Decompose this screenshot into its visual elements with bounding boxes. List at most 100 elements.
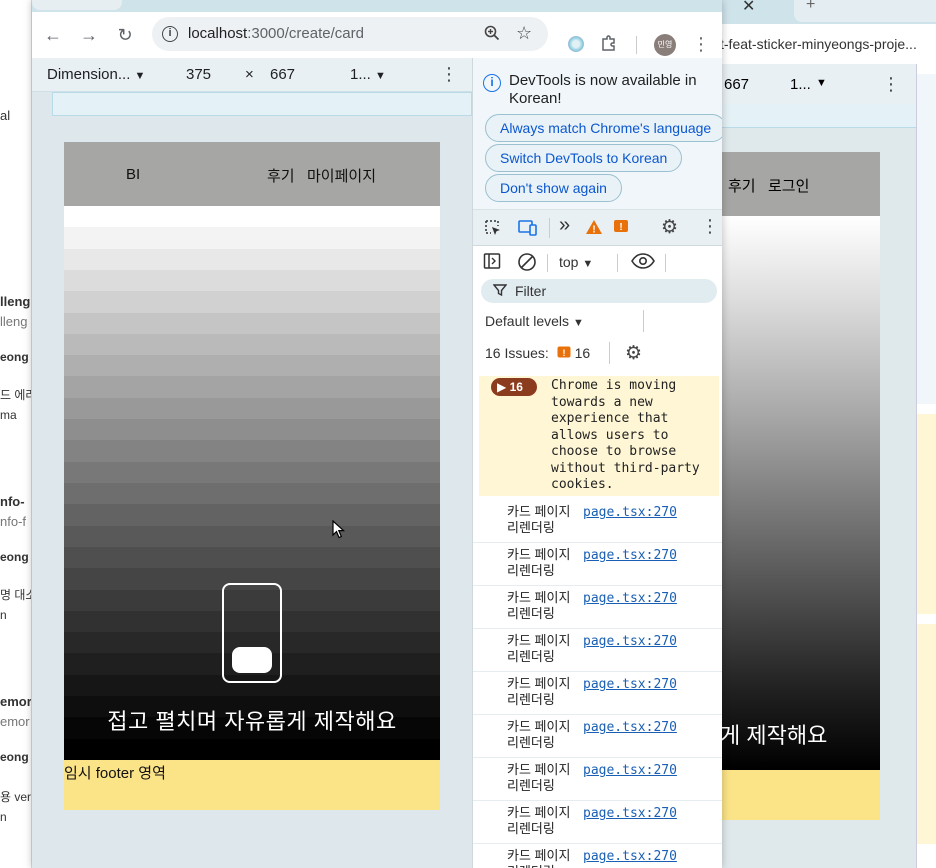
chevron-down-icon: ▼ (134, 70, 146, 82)
nav-mypage-link[interactable]: 마이페이지 (307, 165, 376, 186)
log-source-link[interactable]: page.tsx:270 (583, 505, 677, 520)
context-label: top (559, 254, 579, 270)
info-icon: i (483, 74, 501, 92)
play-icon: ▶ (497, 380, 507, 394)
log-source-link[interactable]: page.tsx:270 (583, 763, 677, 778)
star-icon[interactable]: ☆ (516, 23, 532, 44)
bg-right-devtools-panel (917, 74, 936, 404)
hero-gradient-band (64, 483, 440, 506)
site-logo[interactable]: BI (126, 166, 140, 183)
log-message: 카드 페이지 리렌더링 (507, 676, 571, 707)
hero-gradient-band (64, 291, 440, 314)
issue-flag-icon[interactable]: ! (613, 219, 629, 240)
back-arrow-icon[interactable]: ← (42, 24, 64, 46)
background-window-right: ✕ + t-feat-sticker-minyeongs-proje... 66… (720, 0, 936, 868)
hero-gradient-band (64, 738, 440, 760)
hero-gradient-band (64, 333, 440, 357)
address-bar[interactable]: i localhost:3000/create/card ☆ (152, 17, 548, 51)
filter-icon (492, 283, 508, 300)
gear-icon[interactable]: ⚙ (661, 216, 678, 239)
avatar[interactable]: 민영 (654, 34, 676, 56)
issues-count: 16 (574, 345, 591, 361)
log-message: 카드 페이지 리렌더링 (507, 504, 571, 535)
hero-gradient-band (64, 227, 440, 250)
bg-left-text: eong (0, 550, 29, 564)
puzzle-icon[interactable] (600, 34, 618, 57)
chevron-down-icon: ▼ (582, 258, 594, 270)
console-log-row: 카드 페이지 리렌더링 page.tsx:270 (473, 715, 722, 758)
times-label: × (245, 66, 254, 83)
console-log-list: 카드 페이지 리렌더링 page.tsx:270 카드 페이지 리렌더링 page.t… (473, 500, 722, 868)
bg-right-card-preview: 후기 로그인 게 제작해요 (720, 152, 880, 820)
height-input[interactable]: 667 (270, 66, 295, 83)
forward-arrow-icon[interactable]: → (78, 24, 100, 46)
bg-right-url: t-feat-sticker-minyeongs-proje... (720, 24, 936, 64)
bg-left-text: n (0, 608, 7, 622)
zoom-select[interactable]: 1... ▼ (350, 66, 386, 83)
console-log-row: 카드 페이지 리렌더링 page.tsx:270 (473, 543, 722, 586)
footer-text: 임시 footer 영역 (64, 765, 166, 782)
width-input[interactable]: 375 (186, 66, 211, 83)
gear-icon[interactable]: ⚙ (625, 342, 642, 365)
bg-right-footer (720, 770, 880, 820)
third-party-cookie-issue[interactable]: ▶ 16 Chrome is moving towards a new expe… (479, 376, 719, 496)
devtools-tabbar: » ! ! ⚙ ⋮ (473, 210, 722, 246)
active-tab[interactable] (32, 0, 122, 10)
dimensions-select[interactable]: Dimension... ▼ (47, 66, 145, 83)
browser-window: ← → ↻ i localhost:3000/create/card ☆ 민영 … (32, 0, 722, 868)
more-vert-icon[interactable]: ⋮ (701, 216, 719, 237)
hero-gradient-band (64, 312, 440, 335)
console-toolbar: top ▼ (473, 246, 722, 280)
nav-review-link[interactable]: 후기 (267, 165, 295, 186)
issue-count-badge[interactable]: ▶ 16 (491, 378, 537, 396)
more-vert-icon[interactable]: ⋮ (692, 34, 710, 55)
log-source-link[interactable]: page.tsx:270 (583, 548, 677, 563)
bg-left-text: 드 에러 (0, 388, 31, 402)
log-source-link[interactable]: page.tsx:270 (583, 591, 677, 606)
chevron-down-icon: ▼ (375, 70, 386, 82)
log-message: 카드 페이지 리렌더링 (507, 719, 571, 750)
log-source-link[interactable]: page.tsx:270 (583, 806, 677, 821)
console-log-row: 카드 페이지 리렌더링 page.tsx:270 (473, 672, 722, 715)
hero-gradient-band (64, 376, 440, 399)
dont-show-again-button[interactable]: Don't show again (485, 174, 622, 202)
bg-right-nav-review: 후기 (728, 178, 756, 195)
close-icon[interactable]: ✕ (742, 0, 755, 16)
console-log-row: 카드 페이지 리렌더링 page.tsx:270 (473, 586, 722, 629)
extension-icon[interactable] (568, 36, 584, 52)
device-toggle-icon[interactable] (517, 218, 539, 243)
log-levels-select[interactable]: Default levels ▼ (485, 313, 584, 329)
always-match-language-button[interactable]: Always match Chrome's language (485, 114, 722, 142)
url-path: :3000/create/card (247, 25, 364, 42)
device-toolbar: Dimension... ▼ 375 × 667 1... ▼ ⋮ (32, 58, 472, 92)
zoom-icon[interactable] (484, 24, 500, 47)
plus-icon[interactable]: + (806, 0, 815, 14)
warning-icon[interactable]: ! (585, 218, 603, 241)
bg-left-text: eong (0, 350, 29, 364)
site-info-icon[interactable]: i (162, 26, 178, 42)
bg-left-text: al (0, 108, 11, 123)
log-source-link[interactable]: page.tsx:270 (583, 720, 677, 735)
sidebar-toggle-icon[interactable] (483, 252, 501, 275)
clear-console-icon[interactable] (517, 252, 537, 277)
media-query-ruler[interactable] (52, 92, 472, 116)
bg-left-text: nfo- (0, 494, 25, 509)
more-tabs-icon[interactable]: » (559, 214, 570, 237)
log-source-link[interactable]: page.tsx:270 (583, 634, 677, 649)
context-select[interactable]: top ▼ (559, 254, 593, 270)
issues-counter[interactable]: 16 Issues: ! 16 (485, 345, 590, 363)
hero-gradient-band (64, 440, 440, 463)
inspect-element-icon[interactable] (483, 218, 503, 243)
hero-gradient-band (64, 461, 440, 484)
bg-right-hero-text: 게 제작해요 (720, 723, 828, 748)
chevron-down-icon: ▼ (572, 317, 584, 329)
log-source-link[interactable]: page.tsx:270 (583, 677, 677, 692)
eye-icon[interactable] (631, 252, 655, 275)
log-source-link[interactable]: page.tsx:270 (583, 849, 677, 864)
issues-label: 16 Issues: (485, 345, 549, 361)
filter-input[interactable]: Filter (481, 279, 717, 303)
log-message: 카드 페이지 리렌더링 (507, 805, 571, 836)
reload-icon[interactable]: ↻ (114, 24, 136, 46)
more-vert-icon[interactable]: ⋮ (440, 64, 458, 85)
switch-to-korean-button[interactable]: Switch DevTools to Korean (485, 144, 683, 172)
